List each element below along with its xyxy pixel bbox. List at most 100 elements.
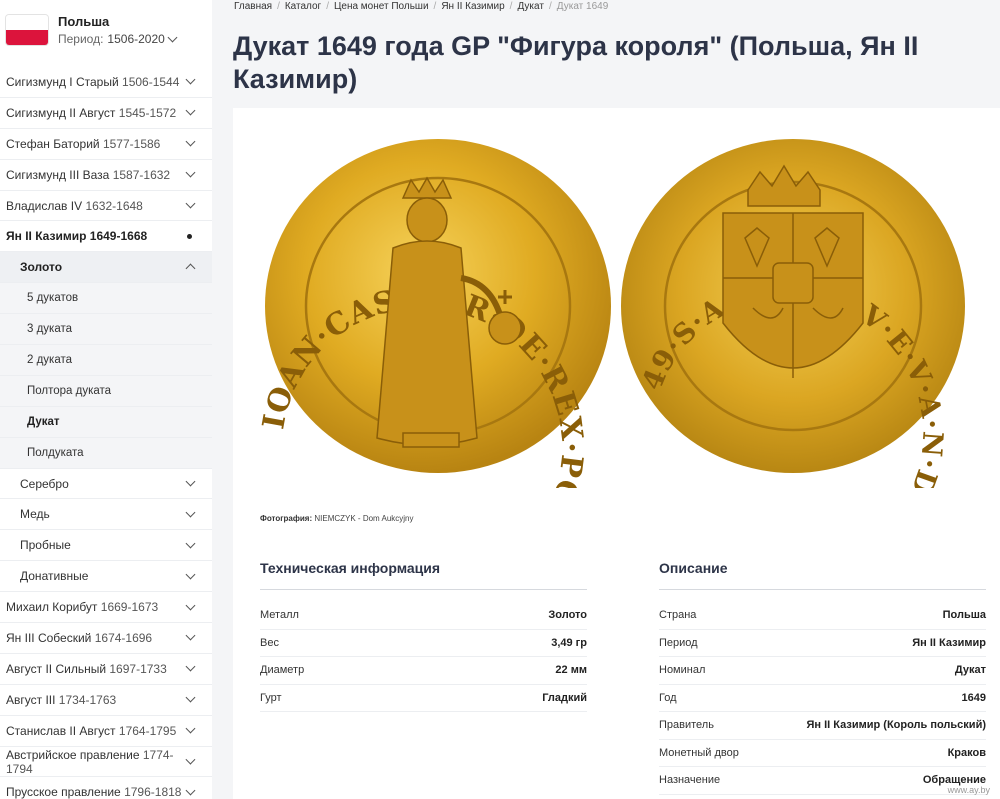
chevron-down-icon	[185, 692, 196, 703]
chevron-down-icon	[185, 105, 196, 116]
chevron-down-icon	[185, 661, 196, 672]
ruler-name: Сигизмунд I Старый	[6, 74, 119, 89]
ruler-years: 1669-1673	[100, 600, 159, 615]
ruler-years: 1587-1632	[112, 167, 171, 182]
desc-row: Страна Польша	[659, 602, 986, 630]
sidebar: Польша Период: 1506-2020 Сигизмунд I Ста…	[0, 0, 212, 799]
metal-item-trial[interactable]: Пробные	[0, 530, 212, 562]
metal-label: Золото	[20, 260, 63, 275]
sidebar-item-ruler[interactable]: Прусское правление 1796-1818	[0, 777, 212, 799]
ruler-years: 1764-1795	[118, 723, 177, 738]
row-value: 1649	[961, 691, 986, 704]
chevron-down-icon	[185, 198, 196, 209]
tech-row: Диаметр 22 мм	[260, 657, 587, 685]
row-value: Краков	[947, 746, 986, 759]
chevron-down-icon	[185, 74, 196, 85]
sidebar-item-ruler-active[interactable]: Ян II Казимир 1649-1668	[0, 221, 212, 253]
row-value: Ян II Казимир	[912, 636, 986, 649]
photo-credit-link[interactable]: NIEMCZYK - Dom Aukcyjny	[314, 514, 413, 523]
row-key: Монетный двор	[659, 746, 739, 759]
sidebar-item-ruler[interactable]: Ян III Собеский 1674-1696	[0, 623, 212, 654]
sidebar-item-ruler[interactable]: Август II Сильный 1697-1733	[0, 653, 212, 685]
ruler-name: Владислав IV	[6, 198, 83, 213]
ruler-name: Австрийское правление	[6, 747, 140, 762]
breadcrumb-link[interactable]: Цена монет Польши	[334, 1, 429, 12]
breadcrumb-link[interactable]: Каталог	[285, 1, 321, 12]
denomination-item[interactable]: 5 дукатов	[0, 283, 212, 315]
country-selector[interactable]: Польша Период: 1506-2020	[0, 0, 212, 60]
desc-row: Номинал Дукат	[659, 657, 986, 685]
row-key: Номинал	[659, 664, 706, 677]
sidebar-item-ruler[interactable]: Сигизмунд II Август 1545-1572	[0, 97, 212, 129]
sidebar-item-ruler[interactable]: Стефан Баторий 1577-1586	[0, 128, 212, 160]
photo-credit: Фотография: NIEMCZYK - Dom Aukcyjny	[260, 514, 414, 523]
tech-row: Гурт Гладкий	[260, 685, 587, 712]
chevron-down-icon	[185, 538, 196, 549]
metal-item-donative[interactable]: Донативные	[0, 561, 212, 593]
coin-reverse-image[interactable]: 49·S·A·L·I·B·G·V·E·V·A·N·D·S·G·V·H·REX·1…	[621, 139, 965, 595]
row-value: Ян II Казимир (Король польский)	[806, 719, 987, 732]
chevron-down-icon	[185, 785, 196, 796]
breadcrumb-link[interactable]: Ян II Казимир	[441, 1, 504, 12]
metal-item-gold[interactable]: Золото	[0, 252, 212, 284]
period-dropdown[interactable]: Период: 1506-2020	[58, 32, 178, 46]
sidebar-item-ruler[interactable]: Станислав II Август 1764-1795	[0, 715, 212, 747]
ruler-name: Ян II Казимир	[6, 229, 87, 244]
chevron-down-icon	[185, 600, 196, 611]
denomination-item[interactable]: Полтора дуката	[0, 375, 212, 407]
denomination-label: Полтора дуката	[27, 384, 112, 397]
sidebar-item-ruler[interactable]: Михаил Корибут 1669-1673	[0, 592, 212, 624]
metal-label: Серебро	[20, 476, 69, 491]
row-key: Страна	[659, 609, 697, 622]
row-value: Гладкий	[542, 691, 587, 704]
metal-item-silver[interactable]: Серебро	[0, 468, 212, 500]
active-dot-icon	[187, 233, 192, 239]
denomination-item[interactable]: Полдуката	[0, 437, 212, 469]
tech-row: Металл Золото	[260, 602, 587, 630]
row-key: Правитель	[659, 719, 714, 732]
page-title: Дукат 1649 года GP "Фигура короля" (Поль…	[233, 31, 919, 94]
denomination-item-current[interactable]: Дукат	[0, 406, 212, 438]
coin-card: IOAN·CASIMIR·DE·REX·POL·M·D·L·I·T·RV·	[233, 108, 1000, 799]
row-value: 22 мм	[555, 664, 587, 677]
ruler-name: Михаил Корибут	[6, 600, 98, 615]
denomination-item[interactable]: 3 дуката	[0, 314, 212, 346]
sidebar-item-ruler[interactable]: Август III 1734-1763	[0, 684, 212, 716]
ruler-name: Стефан Баторий	[6, 136, 100, 151]
sidebar-item-ruler[interactable]: Владислав IV 1632-1648	[0, 190, 212, 222]
ruler-years: 1506-1544	[122, 74, 180, 89]
denomination-item[interactable]: 2 дуката	[0, 345, 212, 376]
metal-label: Донативные	[20, 569, 89, 584]
ruler-name: Август III	[6, 692, 56, 707]
sidebar-item-ruler[interactable]: Австрийское правление 1774-1794	[0, 746, 212, 778]
ruler-years: 1632-1648	[85, 198, 143, 213]
chevron-down-icon	[167, 32, 178, 42]
row-key: Диаметр	[260, 664, 305, 677]
ruler-name: Ян III Собеский	[6, 630, 92, 645]
chevron-down-icon	[185, 476, 196, 487]
coin-obverse-image[interactable]: IOAN·CASIMIR·DE·REX·POL·M·D·L·I·T·RV·	[256, 139, 611, 615]
row-key: Гурт	[260, 691, 282, 704]
sidebar-item-ruler[interactable]: Сигизмунд III Ваза 1587-1632	[0, 159, 212, 191]
ruler-years: 1649-1668	[89, 229, 148, 244]
ruler-name: Станислав II Август	[6, 723, 116, 738]
sidebar-item-ruler[interactable]: Сигизмунд I Старый 1506-1544	[0, 67, 212, 98]
chevron-down-icon	[185, 631, 196, 641]
row-value: Польша	[942, 609, 986, 622]
photo-credit-label: Фотография:	[260, 514, 313, 523]
metal-label: Медь	[20, 507, 50, 522]
breadcrumb-link[interactable]: Главная	[234, 1, 272, 12]
tech-row: Вес 3,49 гр	[260, 630, 587, 657]
ruler-years: 1734-1763	[58, 692, 117, 707]
period-label: Период:	[58, 32, 104, 46]
ruler-name: Сигизмунд II Август	[6, 105, 116, 120]
ruler-name: Сигизмунд III Ваза	[6, 167, 110, 182]
metal-item-copper[interactable]: Медь	[0, 499, 212, 531]
period-value: 1506-2020	[107, 32, 165, 46]
breadcrumb-link[interactable]: Дукат	[517, 1, 544, 12]
country-name: Польша	[58, 14, 110, 29]
denomination-label: 2 дуката	[27, 353, 73, 366]
description-heading: Описание	[659, 560, 986, 590]
breadcrumb: Главная / Каталог / Цена монет Польши / Ян …	[234, 0, 609, 12]
row-key: Металл	[260, 609, 299, 622]
